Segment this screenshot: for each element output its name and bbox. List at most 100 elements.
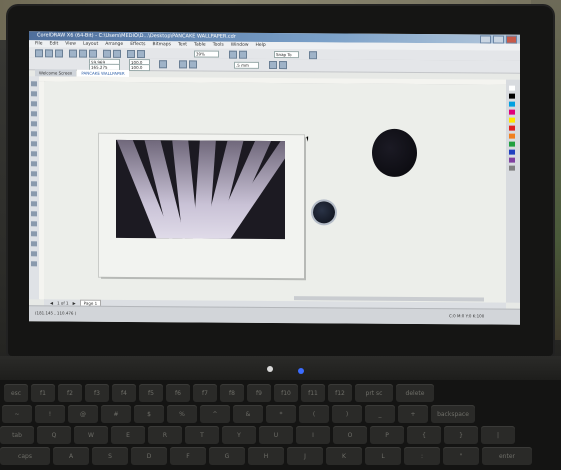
key[interactable]: ( xyxy=(299,405,329,423)
fill-tool-icon[interactable] xyxy=(31,251,37,257)
key[interactable]: D xyxy=(131,447,167,465)
key[interactable]: I xyxy=(296,426,330,444)
save-icon[interactable] xyxy=(55,49,63,58)
swatch-black[interactable] xyxy=(509,93,515,99)
document-page[interactable] xyxy=(99,133,304,279)
swatch-cyan[interactable] xyxy=(509,101,515,107)
outline-tool-icon[interactable] xyxy=(31,241,37,247)
open-icon[interactable] xyxy=(45,49,53,58)
key[interactable]: ^ xyxy=(200,405,230,423)
key[interactable]: esc xyxy=(4,384,28,402)
menu-bitmaps[interactable]: Bitmaps xyxy=(152,42,170,47)
shape-tool-icon[interactable] xyxy=(31,91,37,97)
key[interactable]: f11 xyxy=(301,384,325,402)
table-tool-icon[interactable] xyxy=(31,181,37,187)
blend-tool-icon[interactable] xyxy=(31,211,37,217)
key[interactable]: tab xyxy=(0,426,34,444)
to-back-icon[interactable] xyxy=(279,61,287,70)
lock-ratio-icon[interactable] xyxy=(159,60,167,69)
key[interactable]: ) xyxy=(332,405,362,423)
key[interactable]: } xyxy=(444,426,478,444)
rulers-icon[interactable] xyxy=(239,50,247,59)
key[interactable]: f5 xyxy=(139,384,163,402)
dimension-tool-icon[interactable] xyxy=(31,191,37,197)
swatch-blue[interactable] xyxy=(509,149,515,155)
key[interactable]: E xyxy=(111,426,145,444)
paste-icon[interactable] xyxy=(89,49,97,58)
key[interactable]: f3 xyxy=(85,384,109,402)
redo-icon[interactable] xyxy=(113,49,121,58)
key[interactable]: f2 xyxy=(58,384,82,402)
interactive-fill-tool-icon[interactable] xyxy=(31,261,37,267)
key[interactable]: % xyxy=(167,405,197,423)
key[interactable]: | xyxy=(481,426,515,444)
key[interactable]: A xyxy=(53,447,89,465)
menu-file[interactable]: File xyxy=(35,41,43,46)
key[interactable]: P xyxy=(370,426,404,444)
key[interactable]: L xyxy=(365,447,401,465)
large-black-circle[interactable] xyxy=(372,128,417,177)
key[interactable]: caps xyxy=(0,447,50,465)
key[interactable]: f10 xyxy=(274,384,298,402)
key[interactable]: " xyxy=(443,447,479,465)
key[interactable]: J xyxy=(287,447,323,465)
menu-layout[interactable]: Layout xyxy=(83,42,98,47)
key[interactable]: # xyxy=(101,405,131,423)
maximize-button[interactable] xyxy=(493,35,504,44)
key[interactable]: @ xyxy=(68,405,98,423)
rectangle-tool-icon[interactable] xyxy=(31,141,37,147)
menu-window[interactable]: Window xyxy=(231,43,249,48)
ellipse-tool-icon[interactable] xyxy=(31,151,37,157)
outline-width-field[interactable]: .5 mm xyxy=(234,61,259,69)
key[interactable]: + xyxy=(398,405,428,423)
smart-fill-tool-icon[interactable] xyxy=(31,131,37,137)
key[interactable]: Q xyxy=(37,426,71,444)
key[interactable]: { xyxy=(407,426,441,444)
key[interactable]: f8 xyxy=(220,384,244,402)
height-field[interactable]: 100.0 xyxy=(129,63,150,72)
key[interactable]: G xyxy=(209,447,245,465)
minimize-button[interactable] xyxy=(480,35,491,44)
menu-arrange[interactable]: Arrange xyxy=(105,42,123,47)
swatch-white[interactable] xyxy=(509,85,515,91)
menu-text[interactable]: Text xyxy=(178,42,187,47)
key[interactable]: U xyxy=(259,426,293,444)
swatch-purple[interactable] xyxy=(509,157,515,163)
key[interactable]: _ xyxy=(365,405,395,423)
crop-tool-icon[interactable] xyxy=(31,101,37,107)
transparency-tool-icon[interactable] xyxy=(31,221,37,227)
key[interactable]: ! xyxy=(35,405,65,423)
key[interactable]: f6 xyxy=(166,384,190,402)
full-screen-icon[interactable] xyxy=(229,50,237,59)
swatch-gray[interactable] xyxy=(509,165,515,171)
swatch-red[interactable] xyxy=(509,125,515,131)
menu-edit[interactable]: Edit xyxy=(50,41,59,46)
swatch-green[interactable] xyxy=(509,141,515,147)
polygon-tool-icon[interactable] xyxy=(31,161,37,167)
menu-view[interactable]: View xyxy=(65,42,76,47)
eyedropper-tool-icon[interactable] xyxy=(31,231,37,237)
key[interactable]: : xyxy=(404,447,440,465)
key[interactable]: R xyxy=(148,426,182,444)
drawing-canvas[interactable] xyxy=(44,81,506,303)
key[interactable]: * xyxy=(266,405,296,423)
key[interactable]: $ xyxy=(134,405,164,423)
options-icon[interactable] xyxy=(309,51,317,60)
cut-icon[interactable] xyxy=(69,49,77,58)
key[interactable]: Y xyxy=(222,426,256,444)
swatch-orange[interactable] xyxy=(509,133,515,139)
undo-icon[interactable] xyxy=(103,49,111,58)
key[interactable]: f9 xyxy=(247,384,271,402)
zoom-level-field[interactable]: 39% xyxy=(194,50,219,58)
swatch-magenta[interactable] xyxy=(509,109,515,115)
key[interactable]: f4 xyxy=(112,384,136,402)
mirror-vertical-icon[interactable] xyxy=(189,60,197,69)
key[interactable]: f1 xyxy=(31,384,55,402)
menu-effects[interactable]: Effects xyxy=(130,42,145,47)
menu-help[interactable]: Help xyxy=(256,43,266,48)
menu-table[interactable]: Table xyxy=(194,42,206,47)
key[interactable]: S xyxy=(92,447,128,465)
swatch-yellow[interactable] xyxy=(509,117,515,123)
import-icon[interactable] xyxy=(127,49,135,59)
key[interactable]: ~ xyxy=(2,405,32,423)
